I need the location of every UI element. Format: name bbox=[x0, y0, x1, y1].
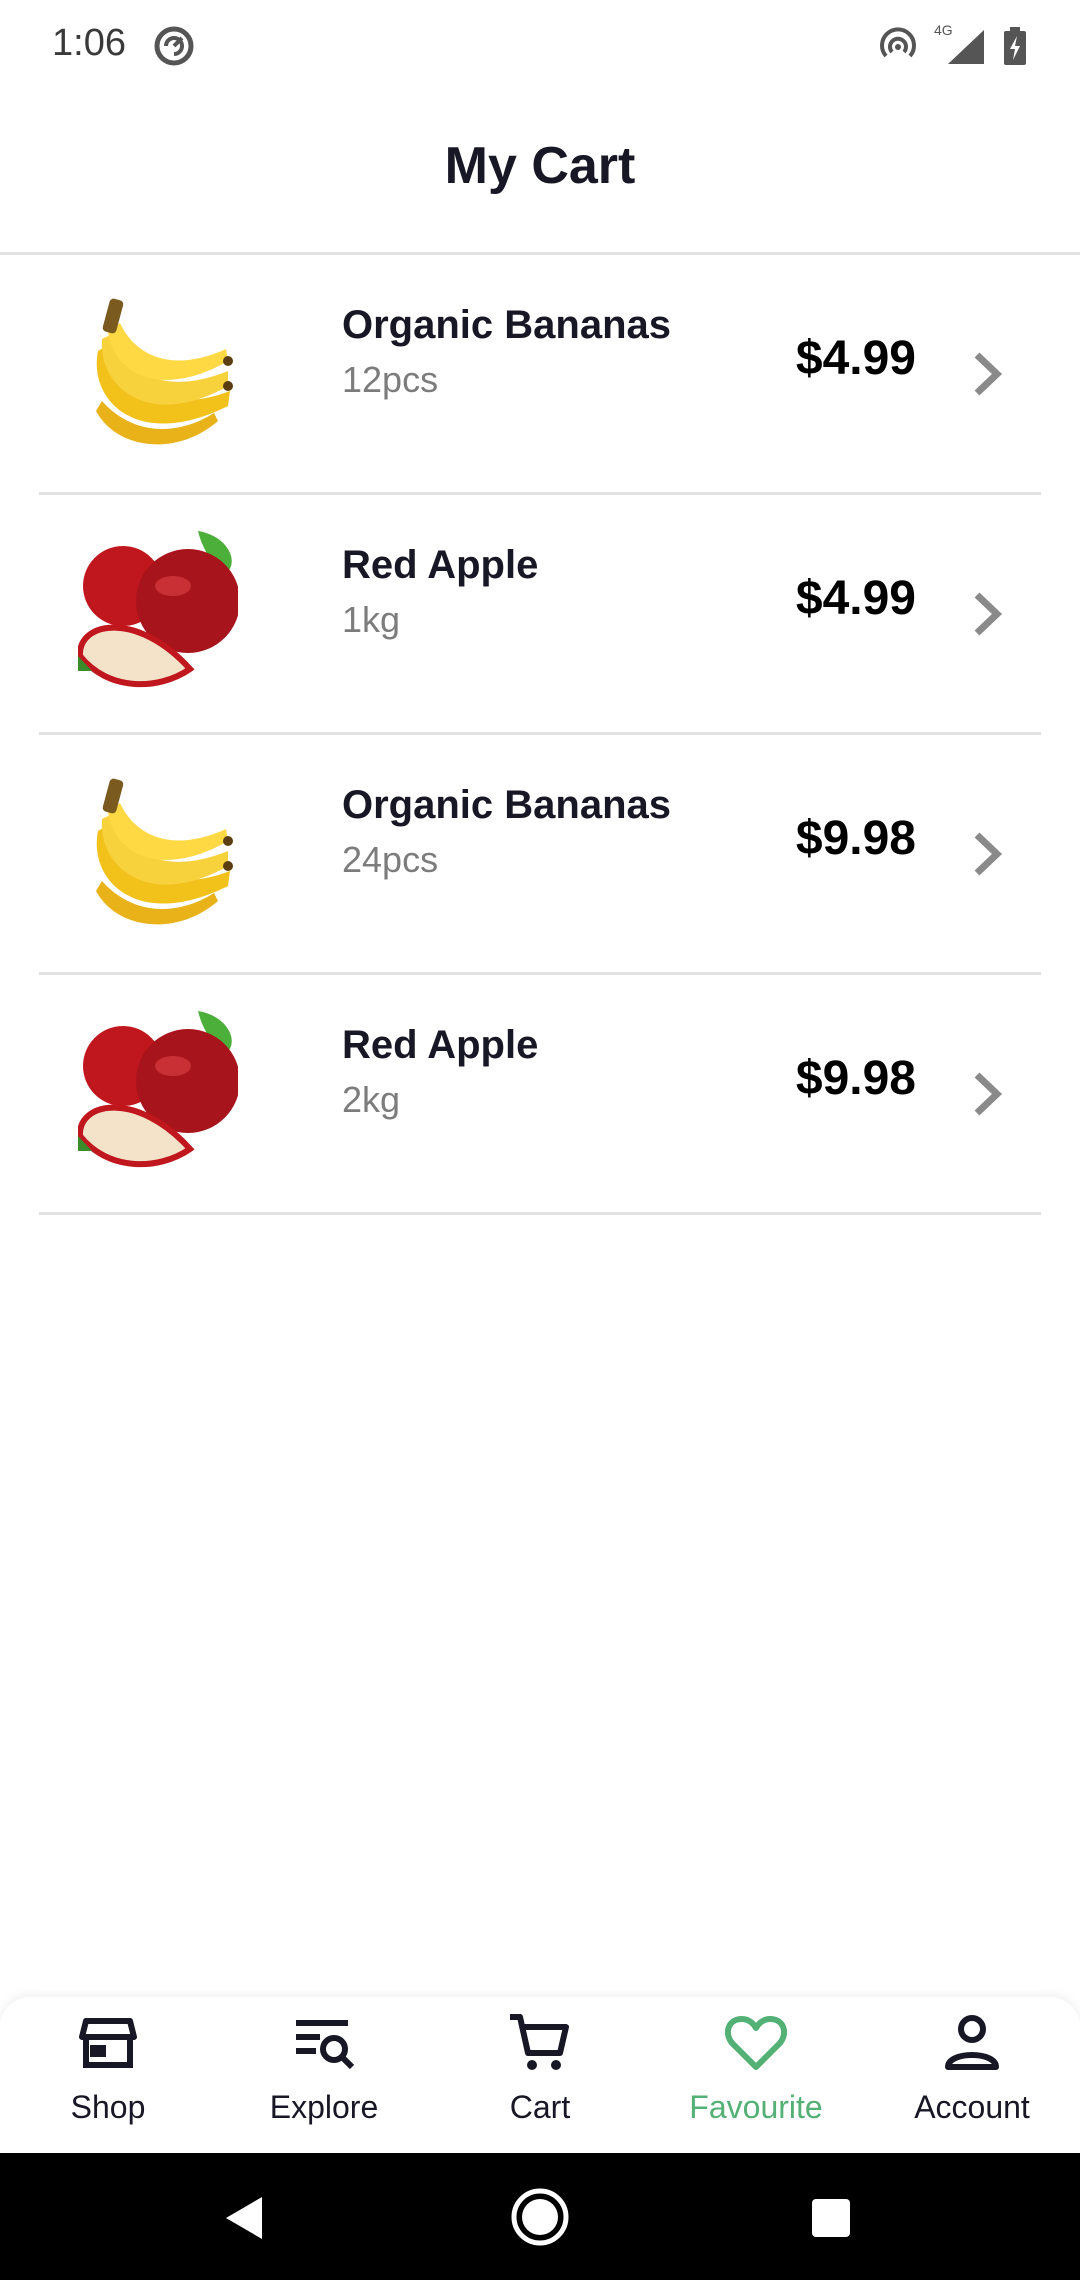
nav-item-favourite[interactable]: Favourite bbox=[648, 1997, 864, 2153]
nav-label: Favourite bbox=[689, 2089, 823, 2125]
apple-image bbox=[78, 1011, 238, 1168]
item-quantity: 24pcs bbox=[342, 839, 439, 880]
item-price: $4.99 bbox=[795, 572, 916, 625]
nav-label: Shop bbox=[70, 2089, 146, 2125]
item-name: Organic Bananas bbox=[342, 783, 672, 827]
home-icon[interactable] bbox=[510, 2187, 570, 2247]
status-icons: 4G bbox=[878, 22, 1028, 68]
banana-image bbox=[96, 778, 233, 925]
nav-item-cart[interactable]: Cart bbox=[432, 1997, 648, 2153]
chevron-right-icon[interactable] bbox=[967, 589, 1007, 639]
item-name: Red Apple bbox=[342, 1023, 539, 1067]
status-bar: 1:06 4G bbox=[0, 0, 1080, 92]
item-price: $9.98 bbox=[795, 812, 916, 865]
nav-item-shop[interactable]: Shop bbox=[0, 1997, 216, 2153]
store-icon bbox=[79, 2018, 137, 2068]
heart-icon bbox=[724, 2016, 788, 2070]
nav-label: Cart bbox=[509, 2089, 571, 2125]
item-price: $4.99 bbox=[795, 332, 916, 385]
battery-charging-icon bbox=[1004, 27, 1026, 65]
cart-item[interactable]: Red Apple 2kg $9.98 bbox=[39, 975, 1041, 1215]
status-time: 1:06 bbox=[52, 22, 126, 64]
bottom-navigation: Shop Explore Cart Favourite Account bbox=[0, 1997, 1080, 2153]
cart-item[interactable]: Organic Bananas 24pcs $9.98 bbox=[39, 735, 1041, 975]
back-icon[interactable] bbox=[220, 2193, 270, 2243]
hotspot-icon bbox=[880, 27, 916, 58]
chevron-right-icon[interactable] bbox=[967, 1069, 1007, 1119]
nav-item-explore[interactable]: Explore bbox=[216, 1997, 432, 2153]
cart-list: Organic Bananas 12pcs $4.99 Red Apple 1k… bbox=[39, 255, 1041, 1215]
chevron-right-icon[interactable] bbox=[967, 349, 1007, 399]
page-title: My Cart bbox=[444, 137, 636, 195]
signal-icon: 4G bbox=[934, 22, 986, 66]
nav-label: Account bbox=[914, 2089, 1030, 2125]
item-quantity: 2kg bbox=[342, 1079, 401, 1120]
app-header: My Cart bbox=[0, 92, 1080, 255]
cart-item[interactable]: Red Apple 1kg $4.99 bbox=[39, 495, 1041, 735]
recents-icon[interactable] bbox=[812, 2199, 850, 2237]
apple-image bbox=[78, 531, 238, 688]
cart-icon bbox=[510, 2014, 569, 2070]
item-quantity: 12pcs bbox=[342, 359, 439, 400]
system-navigation-bar bbox=[0, 2153, 1080, 2280]
person-icon bbox=[945, 2015, 999, 2070]
nav-label: Explore bbox=[269, 2089, 379, 2125]
cart-item[interactable]: Organic Bananas 12pcs $4.99 bbox=[39, 255, 1041, 495]
at-sign-icon bbox=[154, 26, 194, 66]
banana-image bbox=[96, 298, 233, 445]
item-name: Red Apple bbox=[342, 543, 539, 587]
chevron-right-icon[interactable] bbox=[967, 829, 1007, 879]
item-name: Organic Bananas bbox=[342, 303, 672, 347]
item-quantity: 1kg bbox=[342, 599, 401, 640]
explore-search-icon bbox=[296, 2020, 355, 2070]
nav-item-account[interactable]: Account bbox=[864, 1997, 1080, 2153]
item-price: $9.98 bbox=[795, 1052, 916, 1105]
